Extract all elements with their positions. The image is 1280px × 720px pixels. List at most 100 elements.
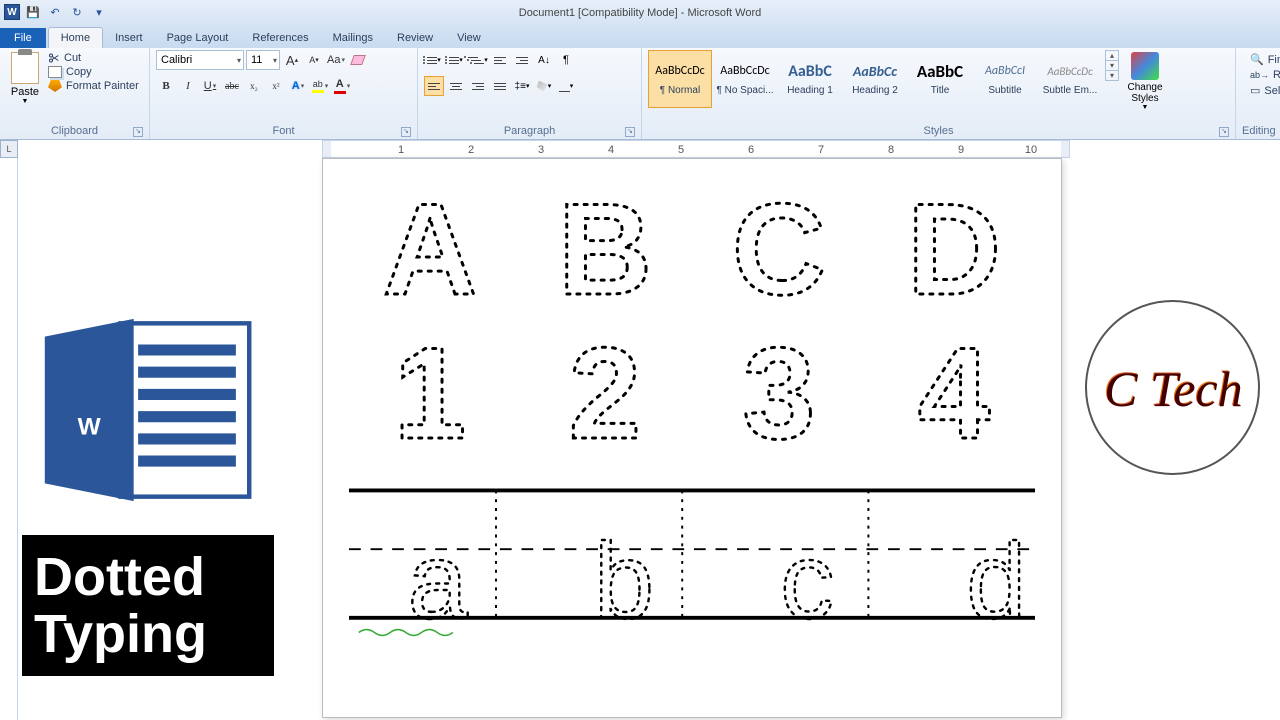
multilevel-list-button[interactable]: ▾ xyxy=(468,50,488,70)
tab-view[interactable]: View xyxy=(445,28,493,48)
show-hide-button[interactable]: ¶ xyxy=(556,50,576,70)
tab-review[interactable]: Review xyxy=(385,28,445,48)
paste-button[interactable]: Paste ▼ xyxy=(6,50,44,105)
superscript-button[interactable]: x² xyxy=(266,76,286,96)
underline-button[interactable]: U▾ xyxy=(200,76,220,96)
tab-references[interactable]: References xyxy=(240,28,320,48)
bold-button[interactable]: B xyxy=(156,76,176,96)
svg-text:6: 6 xyxy=(748,144,754,156)
subscript-button[interactable]: x₂ xyxy=(244,76,264,96)
styles-gallery[interactable]: AaBbCcDc¶ NormalAaBbCcDc¶ No Spaci...AaB… xyxy=(648,50,1103,108)
justify-button[interactable] xyxy=(490,76,510,96)
styles-launcher[interactable]: ↘ xyxy=(1219,127,1229,137)
borders-button[interactable]: ▾ xyxy=(556,76,576,96)
format-painter-button[interactable]: Format Painter xyxy=(48,80,139,92)
line-spacing-icon: ‡≡ xyxy=(515,81,526,92)
paragraph-group-label: Paragraph xyxy=(504,125,555,137)
clear-formatting-button[interactable] xyxy=(348,50,368,70)
paragraph-launcher[interactable]: ↘ xyxy=(625,127,635,137)
italic-button[interactable]: I xyxy=(178,76,198,96)
shrink-font-button[interactable]: A▾ xyxy=(304,50,324,70)
align-center-button[interactable] xyxy=(446,76,466,96)
select-button[interactable]: ▭Select xyxy=(1250,84,1280,97)
svg-text:4: 4 xyxy=(918,323,990,463)
replace-icon: ab→ xyxy=(1250,70,1269,80)
horizontal-ruler[interactable]: 12345678910 xyxy=(322,140,1070,158)
styles-scroll: ▴ ▾ ▾ xyxy=(1105,50,1119,81)
strikethrough-button[interactable]: abc xyxy=(222,76,242,96)
shading-button[interactable]: ▾ xyxy=(534,76,554,96)
svg-text:W: W xyxy=(78,413,102,440)
style-title[interactable]: AaBbCTitle xyxy=(908,50,972,108)
numbering-button[interactable]: ▾ xyxy=(446,50,466,70)
tab-home[interactable]: Home xyxy=(48,27,103,48)
align-left-button[interactable] xyxy=(424,76,444,96)
change-styles-icon xyxy=(1131,52,1159,80)
indent-icon xyxy=(516,57,528,64)
style-subtitle[interactable]: AaBbCcISubtitle xyxy=(973,50,1037,108)
find-button[interactable]: 🔍Find xyxy=(1250,53,1280,66)
svg-text:C: C xyxy=(732,179,826,319)
text-effects-button[interactable]: A▾ xyxy=(288,76,308,96)
dotted-typing-overlay: DottedTyping xyxy=(22,535,274,676)
svg-text:3: 3 xyxy=(538,144,544,156)
font-group-label: Font xyxy=(272,125,294,137)
style-subtle-em-[interactable]: AaBbCcDcSubtle Em... xyxy=(1038,50,1102,108)
ctech-logo-overlay: C Tech xyxy=(1085,300,1260,475)
ruler-ticks: 12345678910 xyxy=(323,141,1069,157)
bullets-icon xyxy=(427,57,437,64)
font-size-select[interactable]: 11 xyxy=(246,50,280,70)
tab-file[interactable]: File xyxy=(0,28,46,48)
increase-indent-button[interactable] xyxy=(512,50,532,70)
multilevel-icon xyxy=(468,57,484,64)
group-clipboard: Paste ▼ Cut Copy Format Painter Clipboar… xyxy=(0,48,150,139)
align-right-icon xyxy=(472,83,484,90)
align-left-icon xyxy=(428,83,440,90)
editing-group-label: Editing xyxy=(1242,125,1276,137)
style-heading-2[interactable]: AaBbCcHeading 2 xyxy=(843,50,907,108)
group-editing: 🔍Find ab→Replace ▭Select Editing xyxy=(1236,48,1280,139)
tab-mailings[interactable]: Mailings xyxy=(321,28,385,48)
font-launcher[interactable]: ↘ xyxy=(401,127,411,137)
style--no-spaci-[interactable]: AaBbCcDc¶ No Spaci... xyxy=(713,50,777,108)
svg-text:a: a xyxy=(408,520,468,641)
copy-button[interactable]: Copy xyxy=(48,66,139,78)
document-area: L 12345678910 ABCD 1234 abcd W DottedTyp… xyxy=(0,140,1280,720)
tab-selector[interactable]: L xyxy=(0,140,18,158)
decrease-indent-button[interactable] xyxy=(490,50,510,70)
change-case-button[interactable]: Aa▾ xyxy=(326,50,346,70)
bullets-button[interactable]: ▾ xyxy=(424,50,444,70)
styles-row-up[interactable]: ▴ xyxy=(1106,51,1118,61)
styles-row-down[interactable]: ▾ xyxy=(1106,61,1118,71)
pilcrow-icon: ¶ xyxy=(563,54,569,66)
align-right-button[interactable] xyxy=(468,76,488,96)
font-name-select[interactable]: Calibri xyxy=(156,50,244,70)
svg-text:7: 7 xyxy=(818,144,824,156)
font-color-button[interactable]: A▾ xyxy=(332,76,352,96)
line-spacing-button[interactable]: ‡≡▾ xyxy=(512,76,532,96)
sort-button[interactable]: A↓ xyxy=(534,50,554,70)
word-logo-overlay: W xyxy=(32,310,262,510)
style--normal[interactable]: AaBbCcDc¶ Normal xyxy=(648,50,712,108)
eraser-icon xyxy=(350,55,366,65)
grow-font-button[interactable]: A▴ xyxy=(282,50,302,70)
replace-button[interactable]: ab→Replace xyxy=(1250,69,1280,81)
vertical-ruler[interactable] xyxy=(0,158,18,720)
cut-button[interactable]: Cut xyxy=(48,52,139,64)
highlight-button[interactable]: ab▾ xyxy=(310,76,330,96)
justify-icon xyxy=(494,83,506,90)
styles-more[interactable]: ▾ xyxy=(1106,71,1118,80)
scissors-icon xyxy=(48,52,60,64)
change-styles-button[interactable]: Change Styles ▼ xyxy=(1125,50,1165,111)
document-page[interactable]: ABCD 1234 abcd xyxy=(322,158,1062,718)
tab-page-layout[interactable]: Page Layout xyxy=(155,28,241,48)
clipboard-launcher[interactable]: ↘ xyxy=(133,127,143,137)
group-paragraph: ▾ ▾ ▾ A↓ ¶ ‡≡▾ ▾ ▾ Paragraph ↘ xyxy=(418,48,642,139)
group-styles: AaBbCcDc¶ NormalAaBbCcDc¶ No Spaci...AaB… xyxy=(642,48,1236,139)
svg-text:b: b xyxy=(594,520,654,641)
dotted-letters-row: ABCD xyxy=(323,159,1061,319)
style-heading-1[interactable]: AaBbCHeading 1 xyxy=(778,50,842,108)
group-font: Calibri 11 A▴ A▾ Aa▾ B I U▾ abc x₂ x² A▾… xyxy=(150,48,418,139)
select-icon: ▭ xyxy=(1250,84,1260,97)
tab-insert[interactable]: Insert xyxy=(103,28,155,48)
